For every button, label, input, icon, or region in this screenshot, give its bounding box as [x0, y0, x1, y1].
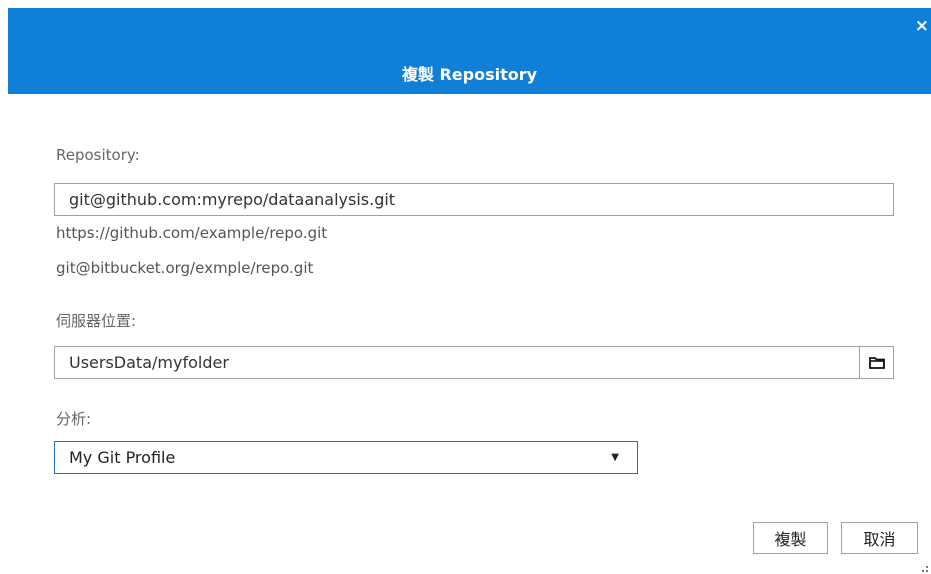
repository-suggestion-2[interactable]: git@bitbucket.org/exmple/repo.git — [56, 259, 313, 277]
profile-select[interactable]: My Git Profile ▼ — [54, 441, 638, 474]
cancel-button[interactable]: 取消 — [841, 522, 918, 554]
dialog-title: 複製 Repository — [401, 65, 538, 84]
triangle-down-icon: ▼ — [611, 452, 619, 463]
close-icon[interactable]: × — [915, 18, 929, 35]
repository-suggestion-1[interactable]: https://github.com/example/repo.git — [56, 224, 327, 242]
dialog-titlebar: × 複製 Repository — [8, 8, 931, 94]
repository-label: Repository: — [56, 146, 140, 164]
top-strip — [0, 0, 931, 8]
resize-grip-icon[interactable] — [922, 566, 928, 572]
browse-folder-button[interactable] — [859, 346, 894, 379]
folder-icon — [868, 357, 885, 369]
repository-input[interactable]: git@github.com:myrepo/dataanalysis.git — [54, 183, 894, 216]
server-location-input[interactable]: UsersData/myfolder — [54, 346, 860, 379]
profile-label: 分析: — [56, 410, 92, 428]
server-location-label: 伺服器位置: — [56, 312, 137, 330]
profile-selected-value: My Git Profile — [69, 448, 176, 467]
clone-button[interactable]: 複製 — [753, 522, 828, 554]
